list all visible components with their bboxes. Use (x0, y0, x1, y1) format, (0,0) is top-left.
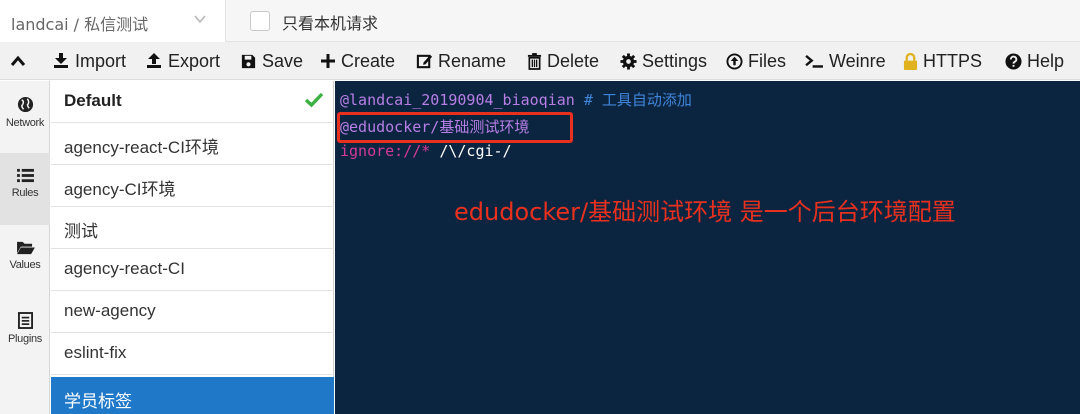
code-rule-reference: @landcai_20190904_biaoqian (340, 91, 575, 109)
toolbar: Import Export Save Create Rename Delete … (0, 42, 1080, 80)
rule-item-label: 学员标签 (64, 392, 132, 411)
settings-label: Settings (642, 50, 708, 71)
rule-item-selected[interactable]: 学员标签 (51, 377, 334, 414)
save-button[interactable]: Save (240, 42, 303, 80)
rule-item-default[interactable]: Default (51, 81, 334, 123)
rule-item-label: agency-react-CI环境 (64, 138, 219, 157)
delete-button[interactable]: Delete (527, 42, 599, 80)
chevron-down-icon (194, 15, 206, 24)
collapse-up-icon[interactable] (10, 54, 26, 68)
code-line-1: @landcai_20190904_biaoqian # 工具自动添加 (340, 89, 692, 110)
help-icon (1005, 52, 1022, 70)
rule-item[interactable]: 测试 (51, 207, 334, 249)
nav-label-plugins: Plugins (8, 333, 42, 345)
files-label: Files (748, 50, 787, 71)
nav-label-rules: Rules (11, 187, 39, 199)
local-only-label: 只看本机请求 (282, 14, 379, 33)
export-button[interactable]: Export (145, 42, 220, 80)
rule-item-label: eslint-fix (64, 343, 127, 362)
nav-item-network[interactable]: Network (0, 81, 50, 153)
list-icon (16, 168, 34, 183)
rule-item-label: agency-react-CI (64, 259, 185, 278)
export-icon (147, 53, 161, 68)
rules-list: Default agency-react-CI环境 agency-CI环境 测试… (51, 81, 334, 414)
lock-icon (903, 52, 918, 70)
edit-icon (416, 54, 433, 68)
help-button[interactable]: Help (1005, 42, 1064, 80)
plus-icon (321, 54, 335, 68)
nav-label-values: Values (9, 259, 41, 271)
rule-group-select-value: landcai / 私信测试 (11, 15, 149, 34)
delete-label: Delete (547, 50, 600, 71)
rule-item-label: Default (64, 91, 122, 110)
import-button[interactable]: Import (52, 42, 126, 80)
upload-circle-icon (726, 52, 743, 70)
files-button[interactable]: Files (726, 42, 786, 80)
rule-item-label: 测试 (64, 222, 98, 241)
rule-item[interactable]: eslint-fix (51, 333, 334, 375)
rule-item[interactable]: agency-CI环境 (51, 165, 334, 207)
plugin-icon (17, 312, 33, 329)
local-only-checkbox[interactable] (250, 11, 270, 31)
rule-item[interactable]: agency-react-CI环境 (51, 123, 334, 165)
create-label: Create (341, 50, 396, 71)
annotation-text: edudocker/基础测试环境 是一个后台环境配置 (454, 198, 956, 226)
code-regex: /\/cgi-/ (430, 142, 512, 160)
annotation-highlight-box (337, 112, 573, 143)
rename-label: Rename (438, 50, 507, 71)
rule-item-label: agency-CI环境 (64, 180, 176, 199)
import-icon (54, 53, 68, 68)
code-comment: # 工具自动添加 (574, 91, 692, 109)
import-label: Import (75, 50, 127, 71)
https-button[interactable]: HTTPS (903, 42, 982, 80)
check-icon (304, 92, 324, 108)
rule-group-select[interactable]: landcai / 私信测试 (0, 0, 226, 42)
rule-item-label: new-agency (64, 301, 156, 320)
globe-icon (17, 96, 33, 113)
create-button[interactable]: Create (320, 42, 395, 80)
rename-button[interactable]: Rename (416, 42, 506, 80)
code-ignore-protocol: ignore://* (340, 142, 431, 160)
nav-item-plugins[interactable]: Plugins (0, 297, 50, 369)
save-icon (241, 54, 256, 68)
rule-item[interactable]: agency-react-CI (51, 249, 334, 291)
export-label: Export (168, 50, 221, 71)
code-line-3: ignore://* /\/cgi-/ (340, 142, 512, 160)
help-label: Help (1027, 50, 1065, 71)
left-nav: Network Rules Values Plugins (0, 81, 50, 414)
gear-icon (620, 52, 637, 70)
top-bar: landcai / 私信测试 只看本机请求 (0, 0, 1080, 42)
nav-item-values[interactable]: Values (0, 225, 50, 297)
rule-item[interactable]: new-agency (51, 291, 334, 333)
nav-item-rules[interactable]: Rules (0, 153, 50, 225)
settings-button[interactable]: Settings (620, 42, 707, 80)
trash-icon (527, 52, 542, 70)
terminal-icon (805, 54, 823, 68)
nav-label-network: Network (5, 117, 45, 129)
folder-icon (16, 241, 35, 255)
https-label: HTTPS (923, 50, 983, 71)
save-label: Save (262, 50, 304, 71)
weinre-button[interactable]: Weinre (805, 42, 886, 80)
weinre-label: Weinre (829, 50, 886, 71)
